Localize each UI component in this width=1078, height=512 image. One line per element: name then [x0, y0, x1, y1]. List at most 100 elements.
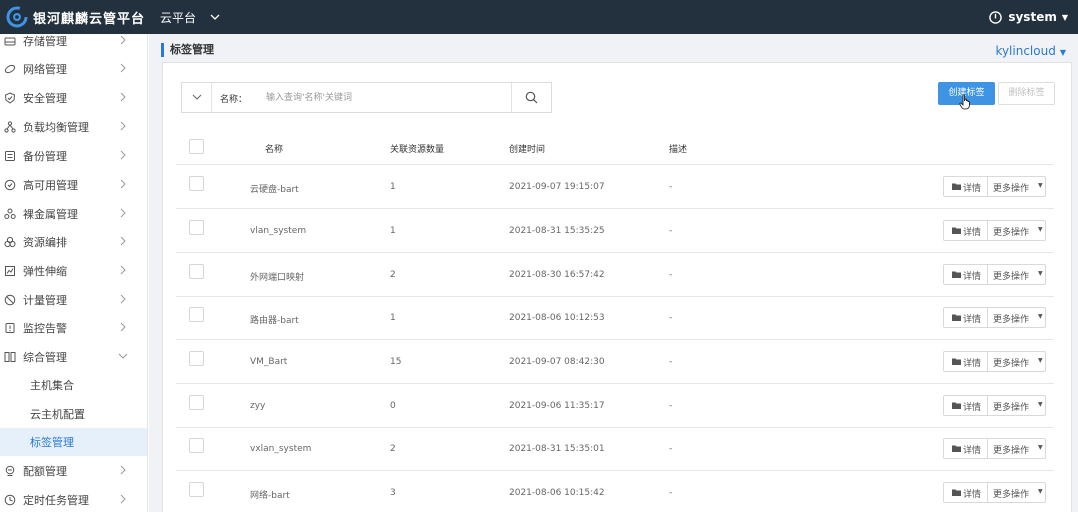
more-actions-dropdown[interactable]: 更多操作 ▼: [989, 439, 1046, 458]
search-button[interactable]: [511, 83, 551, 112]
select-all-checkbox[interactable]: [189, 139, 204, 154]
row-checkbox[interactable]: [189, 307, 204, 322]
caret-down-icon: ▼: [1061, 12, 1068, 22]
resource-count: 1: [390, 313, 396, 323]
more-actions-dropdown[interactable]: 更多操作 ▼: [989, 265, 1046, 284]
user-name: system: [1008, 10, 1057, 24]
description: -: [669, 357, 673, 367]
row-checkbox[interactable]: [189, 351, 204, 366]
chevron-down-icon: [210, 14, 220, 20]
sidebar-item-bare-metal[interactable]: 裸金属管理: [0, 200, 147, 228]
folder-icon: [952, 402, 961, 409]
kylin-logo-icon: [6, 6, 28, 28]
tag-name: 云硬盘-bart: [250, 185, 299, 195]
row-actions: 详情 更多操作 ▼: [943, 438, 1046, 459]
column-header-created-time[interactable]: 创建时间: [509, 142, 545, 155]
quota-icon: [5, 465, 15, 476]
sidebar-item-orchestration[interactable]: 资源编排: [0, 228, 147, 256]
sidebar-item-load-balancer[interactable]: 负载均衡管理: [0, 113, 147, 141]
user-menu[interactable]: system ▼: [989, 0, 1068, 34]
main-content: 标签管理 kylincloud▼ 名称： 创建标签 删除标签 名称 关联资源数量…: [149, 34, 1078, 512]
chevron-down-icon: [192, 94, 202, 100]
orchestration-icon: [4, 236, 16, 248]
sidebar-subitem-tag-management[interactable]: 标签管理: [0, 428, 147, 456]
more-actions-dropdown[interactable]: 更多操作 ▼: [989, 352, 1046, 371]
sidebar-subitem-instance-flavor[interactable]: 云主机配置: [0, 400, 147, 428]
row-checkbox[interactable]: [189, 438, 204, 453]
tag-name: vxlan_system: [250, 444, 312, 454]
platform-switcher[interactable]: 云平台: [160, 0, 220, 34]
sidebar-item-alarm[interactable]: 监控告警: [0, 314, 147, 342]
sidebar-item-security[interactable]: 安全管理: [0, 84, 147, 112]
row-checkbox[interactable]: [189, 176, 204, 191]
sidebar-subitem-label: 标签管理: [30, 436, 74, 449]
table-row: vlan_system 1 2021-08-31 15:35:25 - 详情 更…: [176, 209, 1054, 253]
sidebar-item-scheduled-tasks[interactable]: 定时任务管理: [0, 486, 147, 512]
sidebar-subitem-host-aggregate[interactable]: 主机集合: [0, 371, 147, 399]
detail-label: 详情: [963, 315, 982, 325]
detail-label: 详情: [963, 446, 982, 456]
column-header-name[interactable]: 名称: [265, 142, 283, 155]
detail-button[interactable]: 详情: [944, 396, 988, 415]
table-row: zyy 0 2021-09-06 11:35:17 - 详情 更多操作 ▼: [176, 384, 1054, 428]
chevron-right-icon: [120, 179, 126, 189]
sidebar-item-metering[interactable]: 计量管理: [0, 286, 147, 314]
brand[interactable]: 银河麒麟云管平台: [6, 6, 145, 28]
delete-tag-button[interactable]: 删除标签: [998, 82, 1055, 105]
more-actions-dropdown[interactable]: 更多操作 ▼: [989, 396, 1046, 415]
column-header-resource-count[interactable]: 关联资源数量: [390, 142, 444, 155]
created-time: 2021-08-06 10:12:53: [509, 313, 605, 323]
more-actions-label: 更多操作: [993, 272, 1030, 282]
more-actions-label: 更多操作: [993, 490, 1030, 500]
top-bar: 银河麒麟云管平台 云平台 system ▼: [0, 0, 1078, 34]
project-name: kylincloud: [995, 44, 1056, 58]
more-actions-dropdown[interactable]: 更多操作 ▼: [989, 221, 1046, 240]
created-time: 2021-08-06 10:15:42: [509, 488, 605, 498]
sidebar-item-label: 裸金属管理: [23, 208, 78, 221]
detail-button[interactable]: 详情: [944, 483, 988, 502]
caret-down-icon: ▼: [1038, 313, 1043, 320]
tag-name: zyy: [250, 401, 266, 411]
search-input[interactable]: [266, 88, 526, 107]
detail-button[interactable]: 详情: [944, 352, 988, 371]
caret-down-icon: ▼: [1038, 270, 1043, 277]
detail-button[interactable]: 详情: [944, 439, 988, 458]
sidebar-item-quota[interactable]: 配额管理: [0, 457, 147, 485]
created-time: 2021-08-31 15:35:01: [509, 444, 605, 454]
sidebar-item-label: 配额管理: [23, 465, 67, 478]
sidebar-item-high-availability[interactable]: 高可用管理: [0, 171, 147, 199]
row-actions: 详情 更多操作 ▼: [943, 307, 1046, 328]
more-actions-label: 更多操作: [993, 315, 1030, 325]
more-actions-dropdown[interactable]: 更多操作 ▼: [989, 308, 1046, 327]
detail-button[interactable]: 详情: [944, 177, 988, 196]
sidebar-item-backup[interactable]: 备份管理: [0, 142, 147, 170]
resource-count: 3: [390, 488, 396, 498]
table-row: 网络-bart 3 2021-08-06 10:15:42 - 详情 更多操作 ▼: [176, 471, 1054, 512]
caret-down-icon: ▼: [1038, 226, 1043, 233]
row-checkbox[interactable]: [189, 482, 204, 497]
resource-count: 1: [390, 182, 396, 192]
row-checkbox[interactable]: [189, 264, 204, 279]
sidebar-item-label: 资源编排: [23, 236, 67, 249]
caret-down-icon: ▼: [1038, 182, 1043, 189]
tag-name: 路由器-bart: [250, 316, 299, 326]
caret-down-icon: ▼: [1059, 48, 1066, 57]
chevron-right-icon: [120, 150, 126, 160]
caret-down-icon: ▼: [1038, 357, 1043, 364]
sidebar-item-auto-scaling[interactable]: 弹性伸缩: [0, 257, 147, 285]
project-selector[interactable]: kylincloud ▼: [995, 44, 1066, 58]
sidebar-item-network[interactable]: 网络管理: [0, 55, 147, 83]
folder-icon: [952, 358, 961, 365]
detail-button[interactable]: 详情: [944, 221, 988, 240]
more-actions-dropdown[interactable]: 更多操作 ▼: [989, 177, 1046, 196]
sidebar-item-integrated[interactable]: 综合管理: [0, 343, 147, 371]
more-actions-dropdown[interactable]: 更多操作 ▼: [989, 483, 1046, 502]
search-field-dropdown[interactable]: [182, 83, 212, 112]
sidebar-item-storage[interactable]: 存储管理: [0, 34, 147, 55]
row-checkbox[interactable]: [189, 220, 204, 235]
row-checkbox[interactable]: [189, 395, 204, 410]
metering-icon: [4, 294, 16, 306]
detail-button[interactable]: 详情: [944, 308, 988, 327]
more-actions-label: 更多操作: [993, 184, 1030, 194]
detail-button[interactable]: 详情: [944, 265, 988, 284]
